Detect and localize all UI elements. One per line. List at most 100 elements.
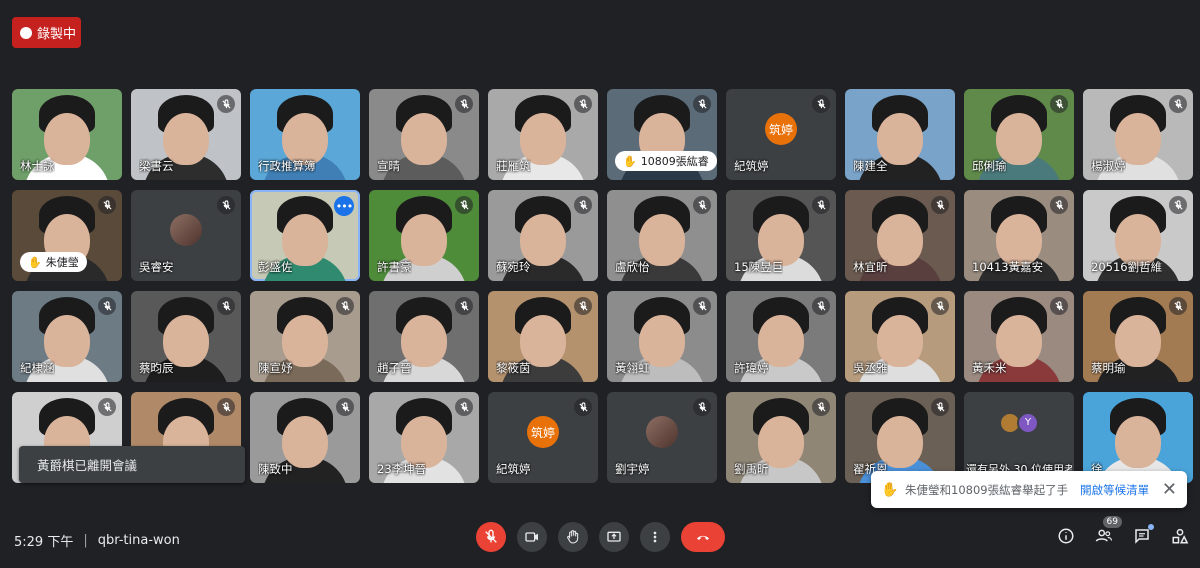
participant-tile[interactable]: 20516劉哲維 bbox=[1083, 190, 1193, 281]
chat-button[interactable] bbox=[1132, 524, 1154, 546]
participant-tile[interactable]: 行政推算簿 bbox=[250, 89, 360, 180]
people-button[interactable]: 69 bbox=[1094, 516, 1122, 546]
mic-off-icon bbox=[693, 95, 711, 113]
activities-icon bbox=[1172, 528, 1189, 544]
participant-tile[interactable]: 翟祈恩 bbox=[845, 392, 955, 483]
participant-name: 黃禾米 bbox=[972, 361, 1007, 375]
participant-tile[interactable]: Y 還有另外 30 位使用者 bbox=[964, 392, 1074, 483]
participant-name: 10809張紘睿 bbox=[640, 155, 709, 168]
more-vert-icon bbox=[653, 531, 657, 543]
mic-off-icon bbox=[574, 196, 592, 214]
end-call-icon bbox=[697, 535, 709, 540]
participant-tile[interactable]: 陳致中 bbox=[250, 392, 360, 483]
participant-name: 20516劉哲維 bbox=[1091, 260, 1163, 274]
participant-name: 許書豪 bbox=[377, 260, 412, 274]
participant-tile[interactable]: 紀棣涵 bbox=[12, 291, 122, 382]
participant-tile[interactable]: 黃禾米 bbox=[964, 291, 1074, 382]
participant-tile[interactable]: ✋ 10809張紘睿 bbox=[607, 89, 717, 180]
participant-name: 行政推算簿 bbox=[258, 159, 316, 173]
participant-name: 楊淑婷 bbox=[1091, 159, 1126, 173]
participant-tile[interactable]: 蘇宛玲 bbox=[488, 190, 598, 281]
mic-off-icon bbox=[1169, 95, 1187, 113]
activities-button[interactable] bbox=[1170, 526, 1190, 546]
present-icon bbox=[607, 531, 621, 542]
camera-toggle-button[interactable] bbox=[517, 522, 547, 552]
more-options-icon[interactable]: ••• bbox=[334, 196, 354, 216]
participant-tile[interactable]: 邱俐瑜 bbox=[964, 89, 1074, 180]
mic-off-icon bbox=[98, 196, 116, 214]
participant-tile[interactable]: 蔡明瑜 bbox=[1083, 291, 1193, 382]
participant-tile[interactable]: 彭盛佐 ••• bbox=[250, 190, 360, 281]
participant-tile[interactable]: 劉禹昕 bbox=[726, 392, 836, 483]
bottom-bar: 5:29 下午 | qbr-tina-won 69 bbox=[0, 512, 1200, 568]
participant-name: 15陳昱巨 bbox=[734, 260, 784, 274]
participant-tile[interactable]: 楊淑婷 bbox=[1083, 89, 1193, 180]
participant-avatar: 筑婷 bbox=[765, 113, 797, 146]
raise-hand-button[interactable] bbox=[558, 522, 588, 552]
mic-off-icon bbox=[217, 297, 235, 315]
participant-tile[interactable]: 莊雁筑 bbox=[488, 89, 598, 180]
participant-name: 許瑋婷 bbox=[734, 361, 769, 375]
present-screen-button[interactable] bbox=[599, 522, 629, 552]
clock-time: 5:29 下午 bbox=[14, 535, 74, 550]
participant-tile[interactable]: 15陳昱巨 bbox=[726, 190, 836, 281]
open-queue-link[interactable]: 開啟等候清單 bbox=[1080, 482, 1149, 498]
leave-call-button[interactable] bbox=[681, 522, 725, 552]
participant-tile[interactable]: 黎筱茵 bbox=[488, 291, 598, 382]
participant-tile[interactable]: 筑婷 紀筑婷 bbox=[488, 392, 598, 483]
participant-tile[interactable]: 蔡昀辰 bbox=[131, 291, 241, 382]
participant-tile[interactable]: 10413黃嘉安 bbox=[964, 190, 1074, 281]
participant-name: 邱俐瑜 bbox=[972, 159, 1007, 173]
participant-name: 林士詠 bbox=[20, 159, 55, 173]
more-options-button[interactable] bbox=[640, 522, 670, 552]
participant-tile[interactable]: 徐 bbox=[1083, 392, 1193, 483]
recording-indicator[interactable]: 錄製中 bbox=[12, 17, 81, 48]
participant-tile[interactable]: 吳睿安 bbox=[131, 190, 241, 281]
participant-tile[interactable]: 陳宣妤 bbox=[250, 291, 360, 382]
others-avatars: Y bbox=[999, 411, 1039, 434]
close-icon[interactable]: ✕ bbox=[1162, 479, 1177, 500]
side-panel-buttons: 69 bbox=[1056, 516, 1190, 546]
mic-off-icon bbox=[485, 529, 497, 543]
participant-name: 陳宣妤 bbox=[258, 361, 293, 375]
participant-name: 紀筑婷 bbox=[734, 159, 769, 173]
participant-tile[interactable]: 林士詠 bbox=[12, 89, 122, 180]
raised-hand-pill: ✋ 朱倢瑩 bbox=[20, 252, 87, 272]
mic-off-icon bbox=[455, 196, 473, 214]
participant-tile[interactable]: 陳建全 bbox=[845, 89, 955, 180]
participant-tile[interactable]: 宣晴 bbox=[369, 89, 479, 180]
participant-tile[interactable]: 許書豪 bbox=[369, 190, 479, 281]
participant-face bbox=[401, 113, 447, 166]
mic-off-icon bbox=[812, 398, 830, 416]
meeting-details-button[interactable] bbox=[1056, 526, 1076, 546]
participant-tile[interactable]: 23李坤晉 bbox=[369, 392, 479, 483]
separator: | bbox=[83, 533, 88, 548]
participant-avatar: 筑婷 bbox=[527, 416, 559, 449]
participant-name: 宣晴 bbox=[377, 159, 400, 173]
participant-tile[interactable]: 劉宇婷 bbox=[607, 392, 717, 483]
people-icon bbox=[1095, 529, 1113, 542]
mic-off-icon bbox=[693, 297, 711, 315]
participant-name: 盧欣怡 bbox=[615, 260, 650, 274]
info-icon bbox=[1058, 528, 1074, 544]
participant-tile[interactable]: 盧欣怡 bbox=[607, 190, 717, 281]
participant-tile[interactable]: 吳丞雅 bbox=[845, 291, 955, 382]
participant-tile[interactable]: 林宜昕 bbox=[845, 190, 955, 281]
participant-name: 趙子晉 bbox=[377, 361, 412, 375]
mic-toggle-button[interactable] bbox=[476, 522, 506, 552]
participant-tile[interactable]: 許瑋婷 bbox=[726, 291, 836, 382]
participant-name: 劉禹昕 bbox=[734, 462, 769, 476]
participant-count-badge: 69 bbox=[1102, 516, 1122, 528]
hand-icon: ✋ bbox=[881, 481, 899, 498]
participant-tile[interactable]: 黃翎虹 bbox=[607, 291, 717, 382]
participant-tile[interactable]: 筑婷紀筑婷 bbox=[726, 89, 836, 180]
hand-icon: ✋ bbox=[28, 255, 42, 269]
chat-icon bbox=[1135, 529, 1149, 544]
participant-face bbox=[1115, 416, 1161, 469]
participant-tile[interactable]: 趙子晉 bbox=[369, 291, 479, 382]
mic-off-icon bbox=[1050, 196, 1068, 214]
participant-name: 陳致中 bbox=[258, 462, 293, 476]
participant-tile[interactable]: ✋ 朱倢瑩 bbox=[12, 190, 122, 281]
participant-tile[interactable]: 梁書云 bbox=[131, 89, 241, 180]
participant-name: 紀棣涵 bbox=[20, 361, 55, 375]
